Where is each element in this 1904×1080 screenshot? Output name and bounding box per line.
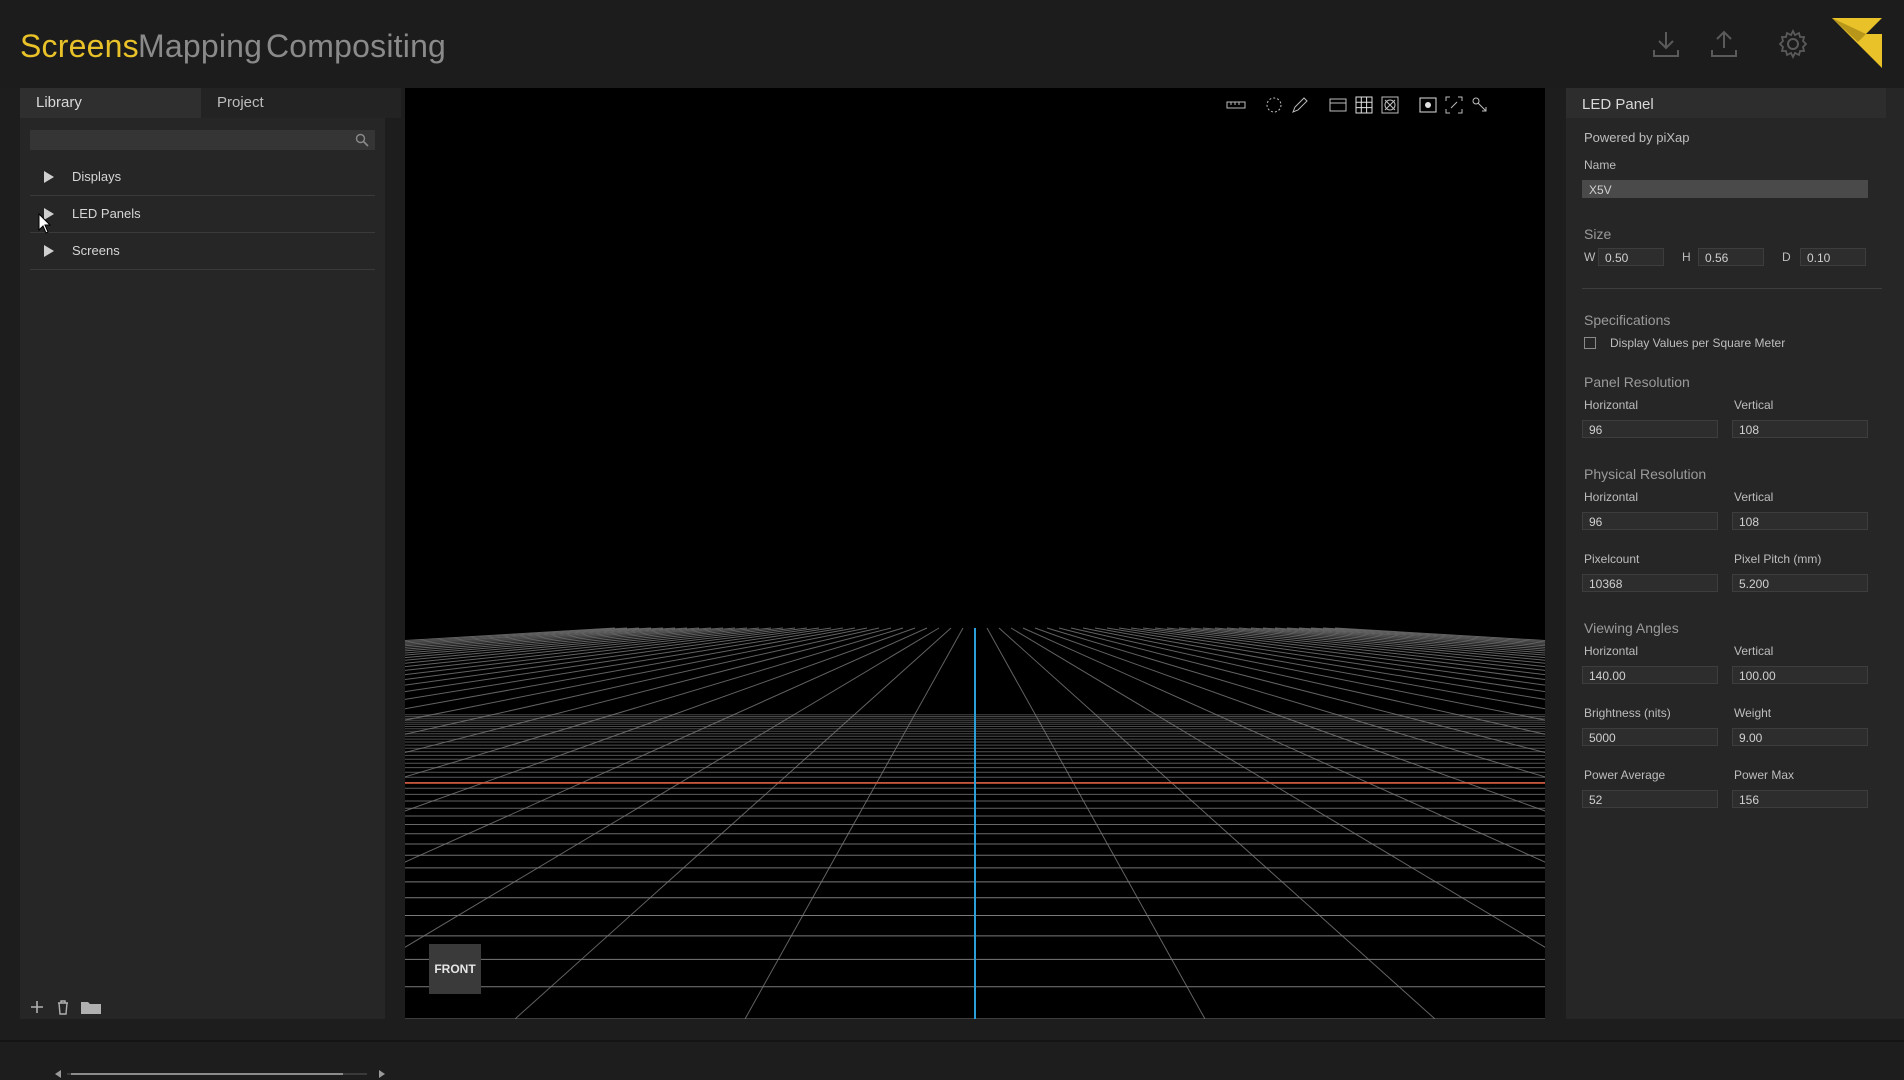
phys-res-horizontal-field[interactable]: 96 [1582,512,1718,530]
target-icon[interactable] [1379,94,1401,116]
ruler-icon[interactable] [1225,94,1247,116]
brightness-label: Brightness (nits) [1584,706,1671,720]
hierarchy-icon[interactable] [1469,94,1491,116]
tab-project[interactable]: Project [201,88,401,118]
viewing-angles-label: Viewing Angles [1584,620,1679,636]
height-label: H [1682,250,1691,264]
expand-arrow-icon[interactable] [44,245,54,257]
weight-field[interactable]: 9.00 [1732,728,1868,746]
pencil-icon[interactable] [1289,94,1311,116]
size-section-label: Size [1584,226,1612,242]
library-panel: Library Project Displays LED Panels Scre… [20,88,401,1078]
power-max-field[interactable]: 156 [1732,790,1868,808]
search-input[interactable] [30,130,375,150]
tab-compositing[interactable]: Compositing [266,28,446,65]
frame-icon[interactable] [1443,94,1465,116]
tree-item-displays[interactable]: Displays [30,159,375,196]
viewing-vertical-field[interactable]: 100.00 [1732,666,1868,684]
viewing-horizontal-field[interactable]: 140.00 [1582,666,1718,684]
inspector-panel: LED Panel Powered by piXap Name X5V Size… [1566,88,1904,1019]
view-cube-front[interactable]: FRONT [429,944,481,994]
phys-res-vertical-label: Vertical [1734,490,1774,504]
height-field[interactable]: 0.56 [1698,248,1764,266]
display-per-sqm-label: Display Values per Square Meter [1610,336,1786,350]
scroll-right-icon[interactable] [379,1070,385,1078]
power-average-field[interactable]: 52 [1582,790,1718,808]
tree-item-led-panels[interactable]: LED Panels [30,196,375,233]
power-max-label: Power Max [1734,768,1795,782]
gear-icon[interactable] [1777,28,1809,60]
depth-field[interactable]: 0.10 [1800,248,1866,266]
3d-viewport[interactable]: FRONT [405,88,1545,1019]
folder-icon[interactable] [80,998,102,1016]
search-icon [355,133,369,147]
depth-label: D [1782,250,1791,264]
brightness-field[interactable]: 5000 [1582,728,1718,746]
panel-res-vertical-field[interactable]: 108 [1732,420,1868,438]
physical-resolution-label: Physical Resolution [1584,466,1707,482]
trash-icon[interactable] [54,998,72,1016]
panel-resolution-label: Panel Resolution [1584,374,1690,390]
lasso-icon[interactable] [1263,94,1285,116]
viewing-vertical-label: Vertical [1734,644,1774,658]
panel-icon[interactable] [1327,94,1349,116]
tab-screens[interactable]: Screens [20,28,139,65]
panel-res-horizontal-field[interactable]: 96 [1582,420,1718,438]
panel-res-horizontal-label: Horizontal [1584,398,1639,412]
scroll-thumb[interactable] [71,1073,343,1075]
add-icon[interactable] [28,998,46,1016]
divider [1582,288,1882,289]
grid-icon[interactable] [1353,94,1375,116]
pixel-pitch-label: Pixel Pitch (mm) [1734,552,1822,566]
horizontal-scrollbar[interactable] [55,1068,385,1080]
image-icon[interactable] [1417,94,1439,116]
tree-item-label: LED Panels [72,206,141,221]
viewing-horizontal-label: Horizontal [1584,644,1639,658]
power-average-label: Power Average [1584,768,1666,782]
tree-item-label: Displays [72,169,122,184]
mouse-cursor-icon [38,213,52,234]
weight-label: Weight [1734,706,1772,720]
phys-res-horizontal-label: Horizontal [1584,490,1639,504]
tab-library[interactable]: Library [20,88,216,118]
top-bar: Screens Mapping Compositing [0,0,1904,88]
grid-floor [405,627,1545,1019]
tab-mapping[interactable]: Mapping [138,28,262,65]
inspector-title: LED Panel [1582,96,1654,113]
upload-icon[interactable] [1708,28,1740,60]
app-logo [1832,18,1882,68]
pixel-pitch-field[interactable]: 5.200 [1732,574,1868,592]
download-icon[interactable] [1650,28,1682,60]
powered-by-label: Powered by piXap [1584,130,1690,145]
display-per-sqm-checkbox[interactable] [1584,337,1596,349]
name-label: Name [1584,158,1617,172]
expand-arrow-icon[interactable] [44,171,54,183]
width-field[interactable]: 0.50 [1598,248,1664,266]
phys-res-vertical-field[interactable]: 108 [1732,512,1868,530]
width-label: W [1584,250,1596,264]
name-field[interactable]: X5V [1582,180,1868,198]
pixelcount-field[interactable]: 10368 [1582,574,1718,592]
tree-item-label: Screens [72,243,120,258]
scroll-left-icon[interactable] [55,1070,61,1078]
panel-res-vertical-label: Vertical [1734,398,1774,412]
specifications-label: Specifications [1584,312,1671,328]
tree-item-screens[interactable]: Screens [30,233,375,270]
pixelcount-label: Pixelcount [1584,552,1640,566]
